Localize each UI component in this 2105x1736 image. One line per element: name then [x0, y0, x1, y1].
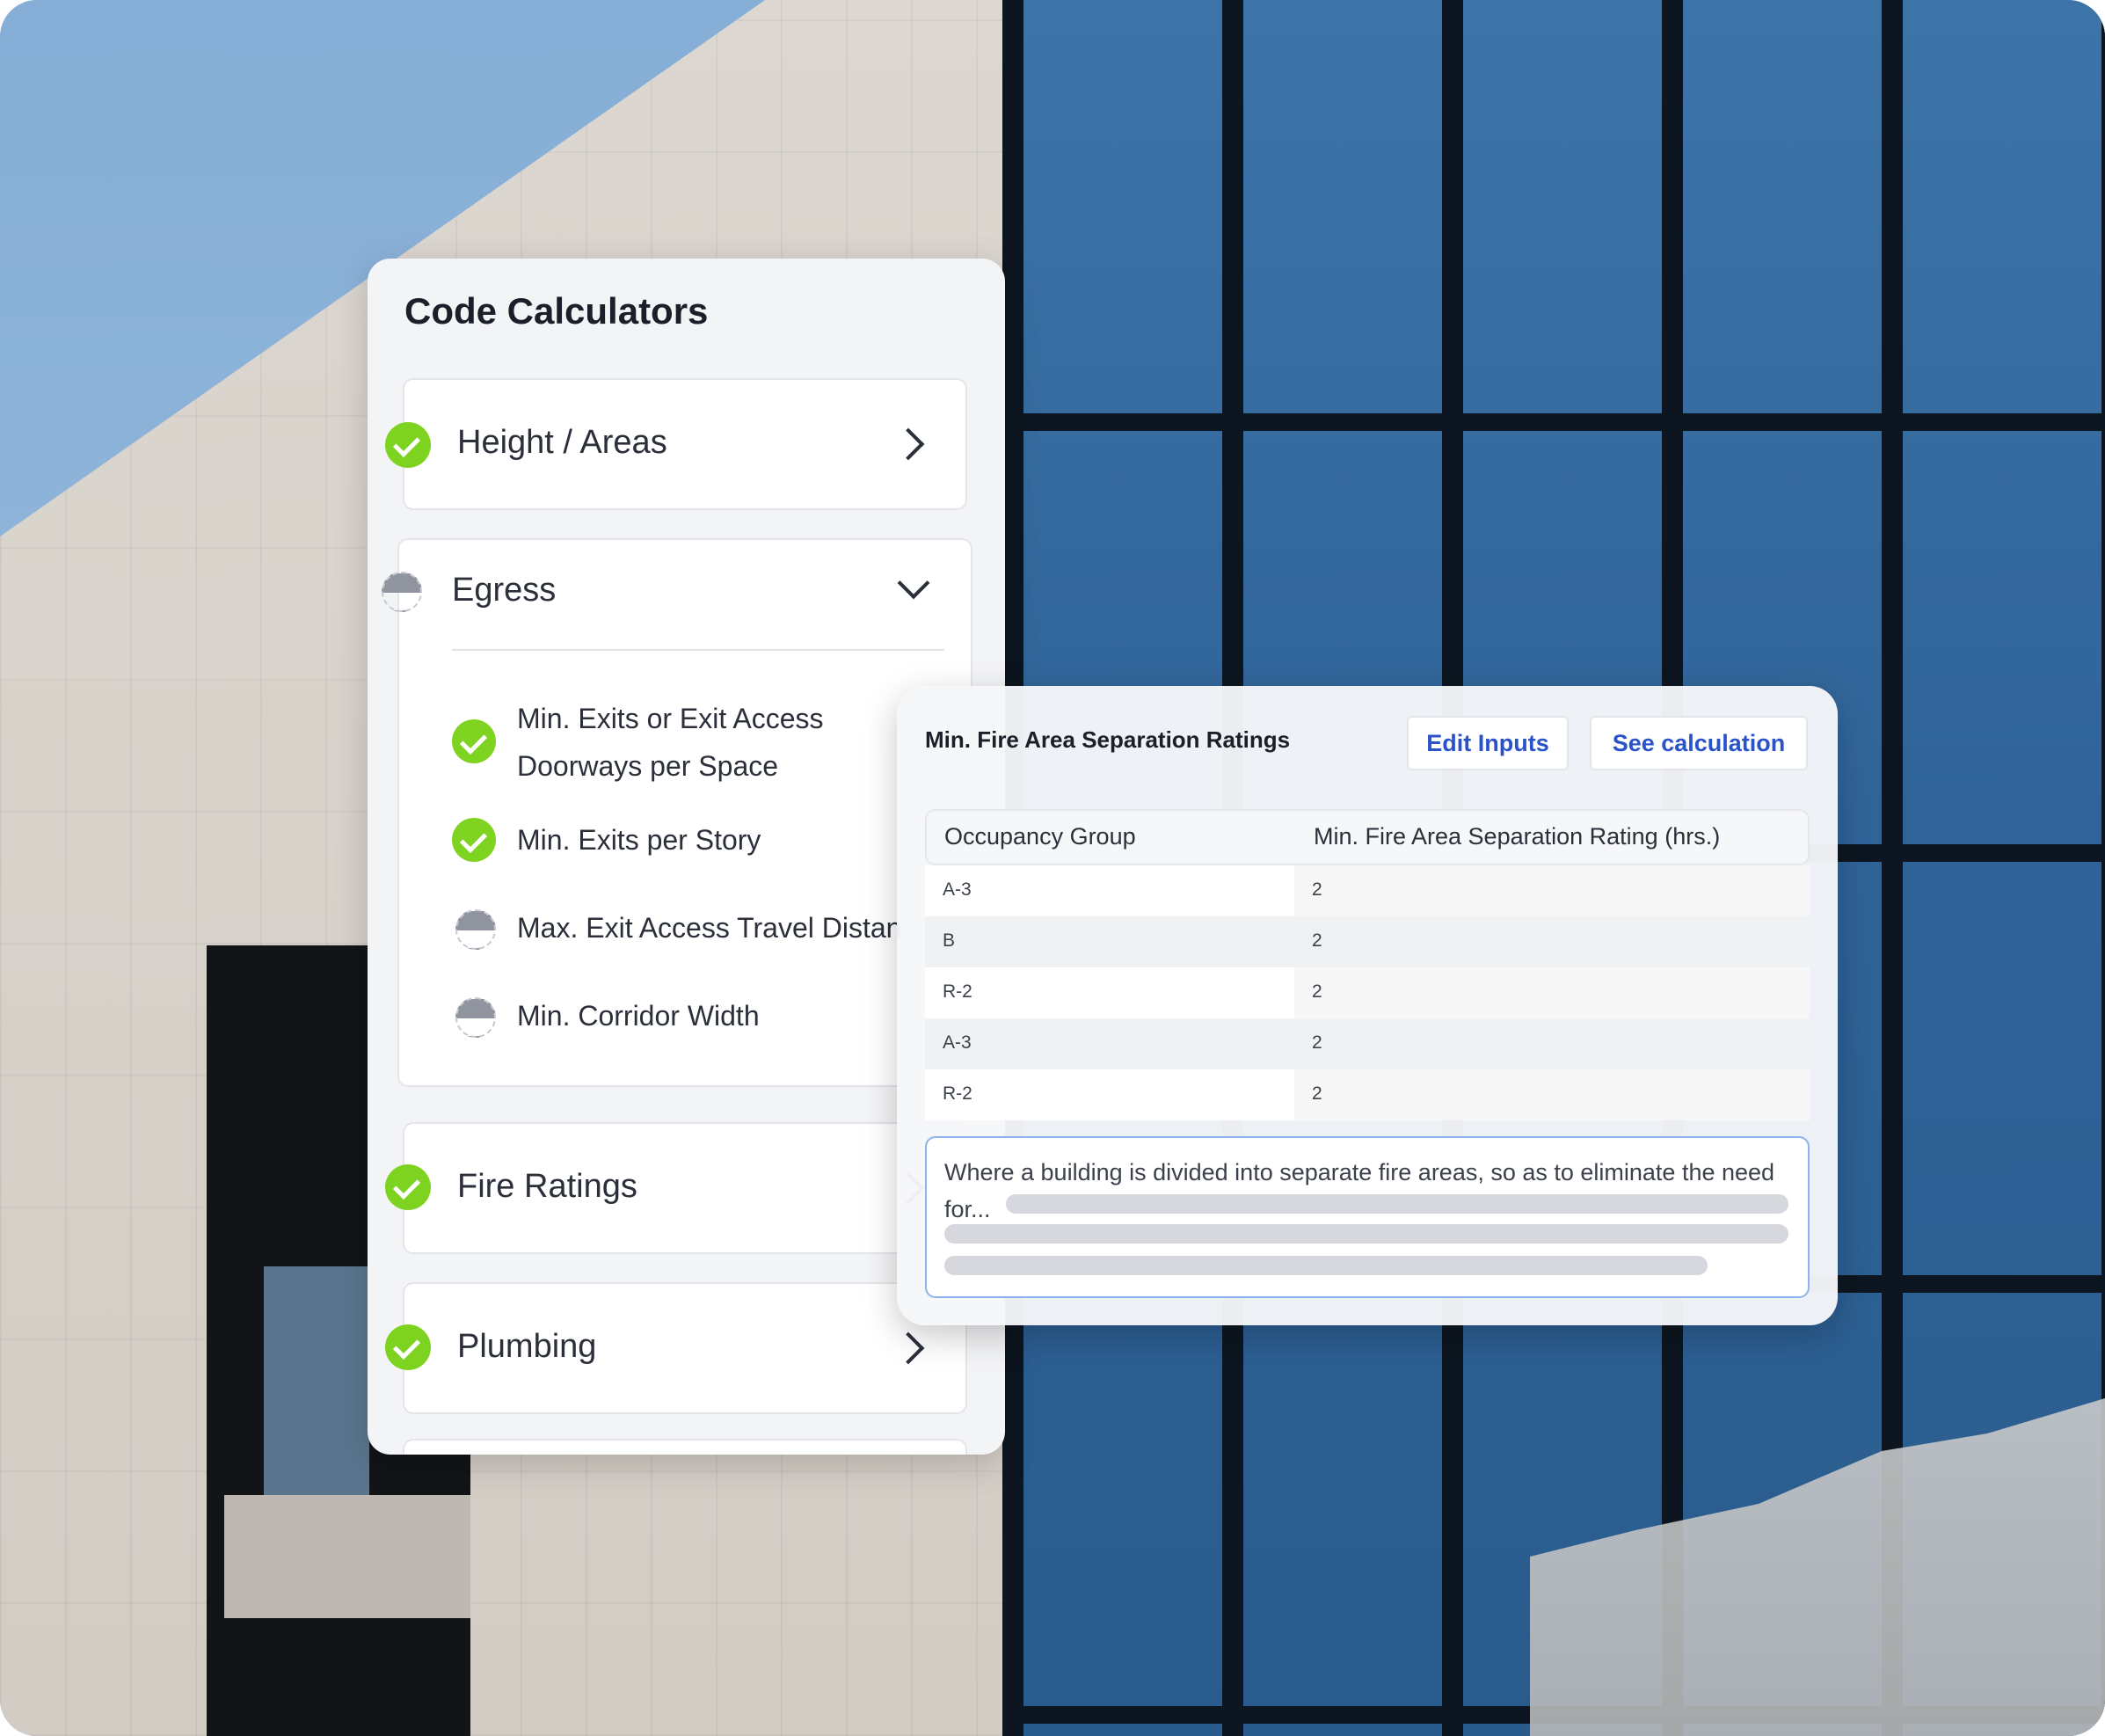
result-title: Min. Fire Area Separation Ratings [925, 726, 1291, 753]
edit-inputs-button[interactable]: Edit Inputs [1407, 716, 1569, 770]
subitem-label-line: Min. Exits or Exit Access [517, 703, 824, 734]
ratings-table: Occupancy Group Min. Fire Area Separatio… [925, 809, 1810, 1120]
calculator-card-partial [403, 1439, 967, 1455]
subitem-min-exits-story[interactable]: Min. Exits per Story [517, 816, 761, 864]
table-cell: 2 [1312, 981, 1322, 1002]
calculator-plumbing[interactable]: Plumbing [403, 1282, 967, 1414]
chevron-right-icon [892, 1331, 925, 1365]
table-row: B 2 [925, 916, 1810, 967]
loading-skeleton-line [1006, 1194, 1788, 1214]
loading-skeleton-line [944, 1256, 1708, 1275]
table-header: Occupancy Group Min. Fire Area Separatio… [925, 809, 1810, 865]
calculator-label: Plumbing [457, 1328, 597, 1365]
chevron-right-icon [892, 427, 925, 461]
see-calculation-button[interactable]: See calculation [1590, 716, 1808, 770]
table-row: R-2 2 [925, 1069, 1810, 1120]
calculator-height-areas[interactable]: Height / Areas [403, 378, 967, 510]
subitem-min-corridor-width[interactable]: Min. Corridor Width [517, 992, 760, 1039]
check-circle-icon [385, 1324, 431, 1370]
table-cell: 2 [1312, 1032, 1322, 1053]
subitem-max-travel-distance[interactable]: Max. Exit Access Travel Distan [517, 904, 901, 952]
table-cell: B [943, 930, 956, 951]
table-row: A-3 2 [925, 865, 1810, 916]
panel-title: Code Calculators [404, 290, 709, 332]
subitem-label-line: Doorways per Space [517, 750, 779, 782]
column-header: Min. Fire Area Separation Rating (hrs.) [1314, 823, 1721, 850]
chevron-down-icon[interactable] [897, 566, 930, 600]
table-row: A-3 2 [925, 1018, 1810, 1069]
calculator-label: Height / Areas [457, 424, 667, 461]
partial-status-icon [382, 572, 422, 612]
loading-skeleton-line [944, 1224, 1788, 1244]
column-header: Occupancy Group [944, 823, 1136, 850]
calculator-fire-ratings[interactable]: Fire Ratings [403, 1122, 967, 1254]
opening-window [264, 1266, 369, 1495]
calculator-label: Fire Ratings [457, 1168, 637, 1205]
table-cell: 2 [1312, 879, 1322, 900]
fire-area-result-panel: Min. Fire Area Separation Ratings Edit I… [897, 686, 1838, 1325]
check-circle-icon [385, 422, 431, 468]
table-row: R-2 2 [925, 967, 1810, 1018]
divider [452, 649, 944, 651]
partial-status-icon [455, 909, 496, 950]
check-circle-icon [452, 818, 496, 862]
partial-status-icon [455, 997, 496, 1038]
screen: Code Calculators Height / Areas Egress M… [0, 0, 2105, 1736]
building-ledge [224, 1495, 470, 1618]
subitem-min-exits-space[interactable]: Min. Exits or Exit Access Doorways per S… [517, 695, 824, 790]
table-cell: 2 [1312, 930, 1322, 951]
table-cell: 2 [1312, 1083, 1322, 1104]
table-cell: R-2 [943, 981, 972, 1002]
table-cell: R-2 [943, 1083, 972, 1104]
check-circle-icon [452, 719, 496, 763]
table-cell: A-3 [943, 1032, 972, 1053]
explanation-text: Where a building is divided into separat… [944, 1159, 1775, 1222]
table-cell: A-3 [943, 879, 972, 900]
calculator-label: Egress [452, 572, 557, 609]
explanation-box[interactable]: Where a building is divided into separat… [925, 1136, 1810, 1298]
check-circle-icon [385, 1164, 431, 1210]
calculator-egress[interactable]: Egress Min. Exits or Exit Access Doorway… [397, 538, 972, 1087]
